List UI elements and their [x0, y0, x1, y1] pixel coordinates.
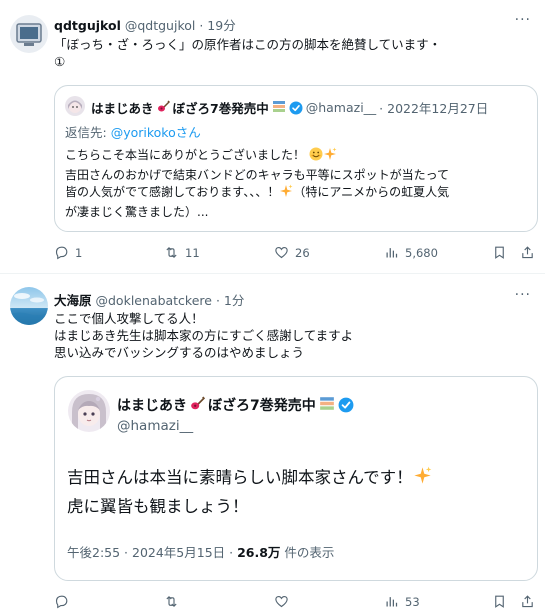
- quote-meta: 午後2:55 · 2024年5月15日 · 26.8万 件の表示: [67, 545, 335, 560]
- reply-count: 1: [75, 245, 83, 260]
- quote-text: 吉田さんは本当に素晴らしい脚本家さんです！ 虎に翼皆も観ましょう！: [67, 464, 432, 520]
- views-chart-icon: [386, 248, 398, 258]
- avatar[interactable]: [10, 15, 48, 53]
- heart-icon: [275, 595, 288, 608]
- quote-timestamp: 午後2:55 · 2024年5月15日 ·: [67, 545, 238, 560]
- sparkles-icon: [413, 466, 432, 493]
- retweet-button[interactable]: [164, 594, 185, 609]
- quote-header: はまじあき ぼざろ7巻発売中: [117, 395, 354, 415]
- quote-avatar: [65, 96, 85, 116]
- retweet-count: 11: [185, 245, 200, 260]
- bookmark-button[interactable]: [492, 245, 507, 260]
- sparkles-icon: [323, 147, 337, 167]
- tweet-1[interactable]: qdtgujkol @qdtgujkol · 19分 ··· 「ぼっち・ざ・ろっ…: [0, 0, 545, 274]
- quote-avatar: [68, 390, 110, 432]
- timestamp[interactable]: · 1分: [216, 293, 244, 308]
- books-icon: [272, 100, 286, 116]
- timestamp[interactable]: 19分: [207, 18, 235, 33]
- quote-author-name: はまじあき: [91, 101, 154, 116]
- views-button[interactable]: 5,680: [384, 245, 438, 260]
- verified-badge-icon: [338, 397, 354, 413]
- quote-name-suffix: ぼざろ7巻発売中: [208, 398, 316, 414]
- tweet-text: ここで個人攻撃してる人！ はまじあき先生は脚本家の方にすごく感謝してますよ 思い…: [54, 311, 354, 360]
- bookmark-icon: [495, 246, 504, 259]
- quoted-tweet[interactable]: はまじあき ぼざろ7巻発売中 @hamazi__ · 2022年12月27日 返…: [54, 85, 538, 232]
- retweet-button[interactable]: 11: [164, 245, 200, 260]
- sparkles-icon: [279, 184, 293, 204]
- quote-text: こちらこそ本当にありがとうございました！ 吉田さんのおかげで結束バンドどのキャラ…: [65, 147, 450, 219]
- quote-name-suffix: ぼざろ7巻発売中: [172, 101, 269, 116]
- author-handle[interactable]: @qdtgujkol: [125, 18, 196, 33]
- quoted-tweet[interactable]: はまじあき ぼざろ7巻発売中 @hamazi__ 吉田さんは本当に素晴らしい脚本…: [54, 376, 538, 581]
- reply-context: 返信先: @yorikokoさん: [65, 125, 201, 140]
- views-chart-icon: [386, 597, 398, 607]
- tweet-actions: 1 11 26 5,680: [54, 245, 534, 265]
- views-count: 5,680: [405, 245, 438, 260]
- more-options-icon[interactable]: ···: [515, 12, 531, 28]
- views-button[interactable]: 53: [384, 594, 420, 609]
- guitar-icon: [157, 99, 170, 116]
- share-button[interactable]: [520, 245, 535, 260]
- tweet-text: 「ぼっち・ざ・ろっく」の原作者はこの方の脚本を絶賛しています・ ①: [54, 37, 442, 69]
- tweet-header: qdtgujkol @qdtgujkol · 19分: [54, 18, 236, 33]
- like-button[interactable]: [274, 594, 295, 609]
- like-button[interactable]: 26: [274, 245, 310, 260]
- views-count: 53: [405, 594, 420, 609]
- reply-icon: [55, 246, 68, 260]
- author-handle[interactable]: @doklenabatckere: [96, 293, 212, 308]
- share-button[interactable]: [520, 594, 535, 609]
- retweet-icon: [166, 247, 177, 258]
- tweet-actions: 53: [54, 594, 534, 614]
- bookmark-button[interactable]: [492, 594, 507, 609]
- bookmark-icon: [495, 595, 504, 608]
- reply-button[interactable]: 1: [54, 245, 82, 260]
- tweet-2[interactable]: 大海原 @doklenabatckere · 1分 ··· ここで個人攻撃してる…: [0, 275, 545, 616]
- smiling-face-icon: [309, 147, 323, 167]
- quote-handle: @hamazi__: [117, 418, 194, 434]
- quote-date: · 2022年12月27日: [379, 101, 489, 116]
- avatar[interactable]: [10, 287, 48, 325]
- author-name[interactable]: qdtgujkol: [54, 18, 121, 33]
- share-icon: [522, 246, 533, 259]
- reply-button[interactable]: [54, 594, 75, 609]
- quote-handle: @hamazi__: [305, 100, 377, 115]
- like-count: 26: [295, 245, 310, 260]
- quote-header: はまじあき ぼざろ7巻発売中 @hamazi__ · 2022年12月27日: [91, 98, 488, 117]
- author-name[interactable]: 大海原: [54, 293, 92, 308]
- retweet-icon: [166, 596, 177, 607]
- share-icon: [522, 595, 533, 608]
- guitar-icon: [190, 396, 206, 415]
- more-options-icon[interactable]: ···: [515, 287, 531, 303]
- reply-to-link[interactable]: @yorikokoさん: [111, 125, 201, 140]
- heart-icon: [275, 246, 288, 259]
- tweet-header: 大海原 @doklenabatckere · 1分: [54, 290, 244, 309]
- verified-badge-icon: [289, 101, 303, 115]
- quote-view-count: 26.8万: [237, 545, 281, 560]
- quote-author-name: はまじあき: [117, 398, 187, 414]
- books-icon: [319, 396, 335, 415]
- reply-icon: [55, 595, 68, 609]
